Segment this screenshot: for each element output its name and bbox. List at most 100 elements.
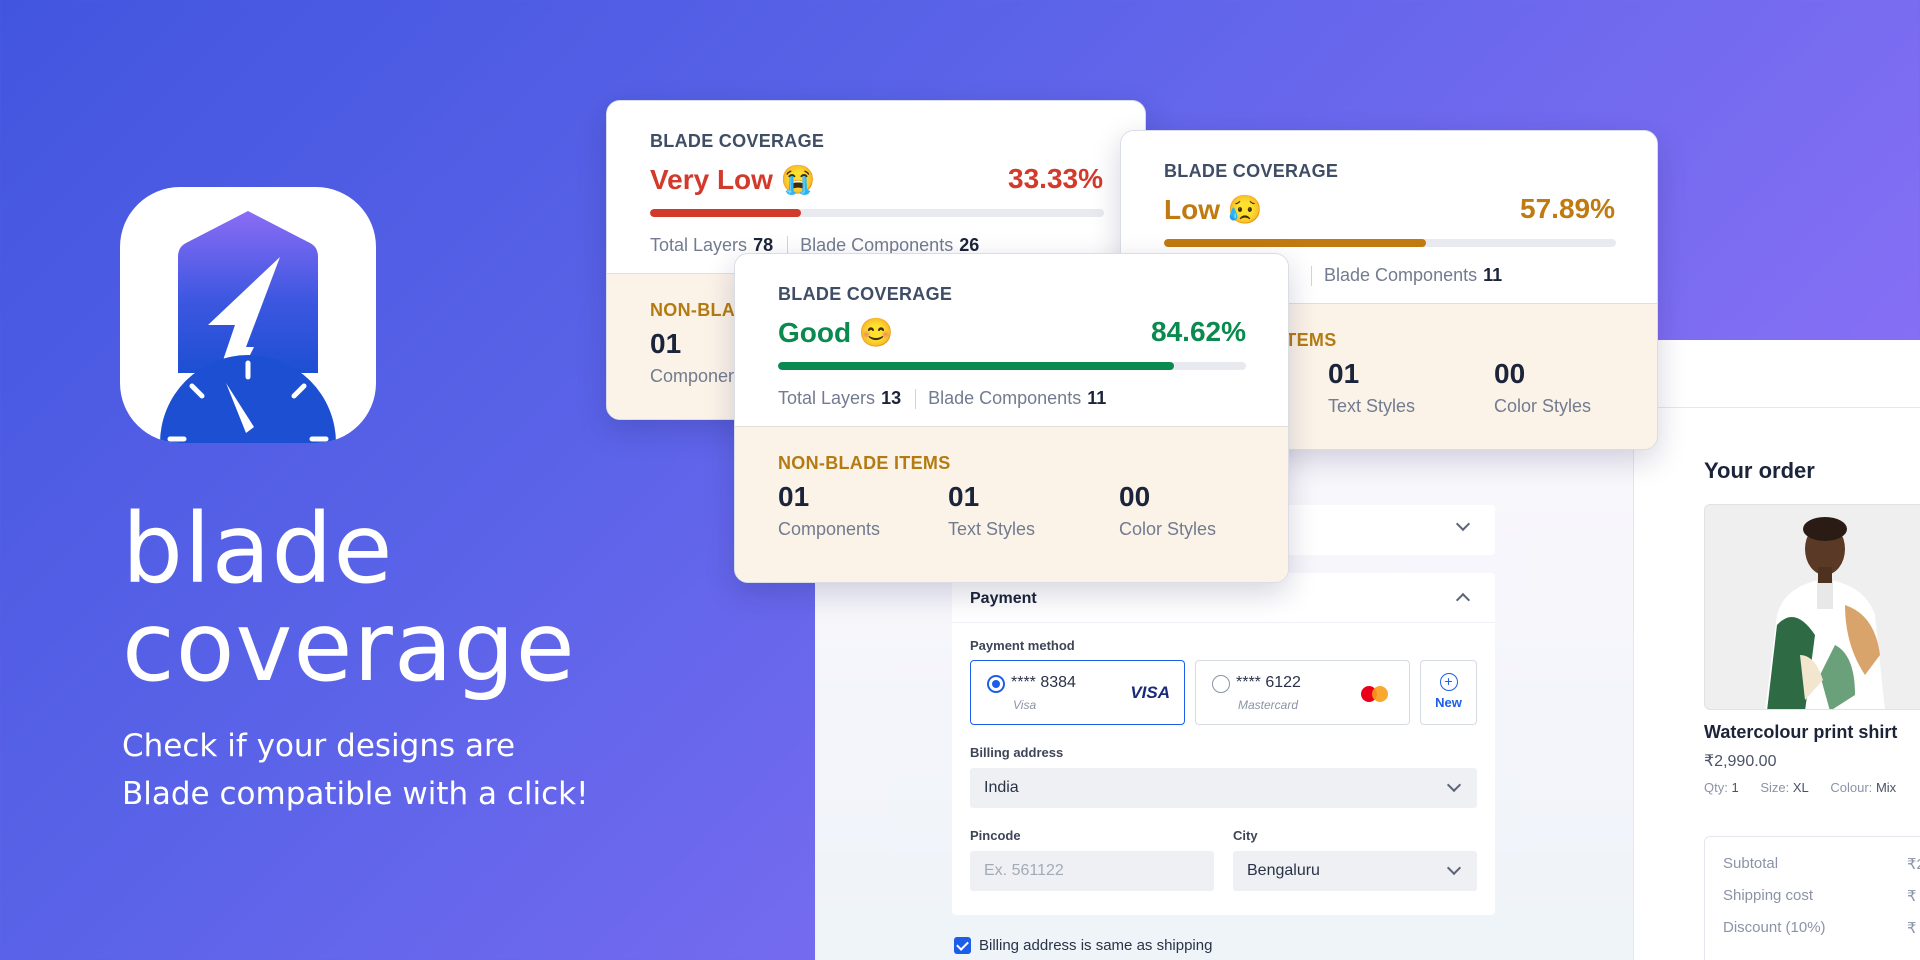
radio-selected-icon[interactable] (987, 675, 1005, 693)
card-heading: BLADE COVERAGE (778, 284, 953, 304)
coverage-percent: 33.33% (1008, 163, 1103, 194)
blade-components-value: 11 (1087, 388, 1107, 408)
blade-components-label: Blade Components (800, 235, 954, 255)
payment-method-label: Payment method (970, 638, 1075, 653)
pincode-placeholder: Ex. 561122 (984, 862, 1064, 879)
shipping-value: ₹ (1907, 888, 1917, 905)
coverage-status: Very Low 😭 (650, 164, 816, 195)
plus-icon: + (1439, 673, 1458, 691)
non-blade-item: 01 Text Styles (1328, 358, 1415, 417)
item-label: Text Styles (948, 519, 1036, 539)
coverage-summary: BLADE COVERAGE Good 😊 84.62% Total Layer… (735, 254, 1288, 426)
discount-value: ₹ (1907, 920, 1917, 937)
add-new-card-button[interactable]: + New (1420, 660, 1477, 725)
coverage-status: Good 😊 (778, 317, 894, 348)
app-logo (120, 187, 376, 443)
blade-components-label: Blade Components (928, 388, 1082, 408)
tagline-line1: Check if your designs are (122, 728, 516, 764)
country-select[interactable]: India (970, 768, 1477, 808)
order-summary: Subtotal ₹2 Shipping cost ₹ Discount (10… (1704, 836, 1920, 960)
card-heading: BLADE COVERAGE (1164, 161, 1339, 181)
checkout-top-bar (1633, 340, 1920, 408)
country-value: India (984, 779, 1019, 796)
payment-title: Payment (970, 590, 1037, 607)
item-count: 01 (1328, 358, 1360, 389)
payment-section: Payment Payment method **** 8384 Visa VI… (952, 573, 1495, 915)
coverage-progress-fill (778, 362, 1175, 370)
non-blade-item: 01 Text Styles (948, 481, 1035, 540)
size-label: Size: (1760, 780, 1790, 795)
product-image (1704, 504, 1920, 710)
order-title: Your order (1704, 458, 1815, 483)
subtotal-label: Subtotal (1723, 855, 1779, 872)
item-count: 01 (948, 481, 980, 512)
qty-value: 1 (1731, 780, 1739, 795)
total-layers-value: 78 (753, 235, 774, 255)
blade-components-label: Blade Components (1324, 265, 1478, 285)
item-label: Text Styles (1328, 396, 1416, 416)
blade-components-value: 11 (1483, 265, 1503, 285)
same-as-shipping-checkbox[interactable] (954, 937, 971, 954)
payment-card-mastercard[interactable]: **** 6122 Mastercard (1195, 660, 1410, 725)
payment-card-visa[interactable]: **** 8384 Visa VISA (970, 660, 1185, 725)
total-layers-value: 13 (881, 388, 902, 408)
new-label: New (1435, 695, 1462, 710)
mastercard-logo-icon (1361, 686, 1389, 702)
blade-coverage-logo-icon (160, 211, 336, 443)
shipping-label: Shipping cost (1723, 887, 1814, 904)
coverage-percent: 57.89% (1520, 193, 1615, 224)
card-heading: BLADE COVERAGE (650, 131, 825, 151)
colour-value: Mix (1875, 780, 1897, 795)
subtotal-value: ₹2 (1907, 856, 1920, 873)
coverage-card-good: BLADE COVERAGE Good 😊 84.62% Total Layer… (734, 253, 1289, 583)
billing-address-label: Billing address (970, 745, 1064, 760)
shirt-photo-icon (1705, 505, 1920, 709)
chevron-up-icon[interactable] (1455, 592, 1471, 608)
card-network: Mastercard (1238, 698, 1299, 712)
coverage-stats: Blade Components 11 (1311, 265, 1503, 287)
radio-unselected-icon[interactable] (1212, 675, 1230, 693)
brand-title-line1: blade (122, 493, 394, 605)
size-value: XL (1792, 780, 1809, 795)
coverage-progress-fill (1164, 239, 1426, 247)
chevron-down-icon (1446, 860, 1462, 876)
city-label: City (1233, 828, 1258, 843)
non-blade-items: NON-BLADE ITEMS 01 Components 01 Text St… (735, 426, 1288, 582)
item-count: 00 (1119, 481, 1151, 512)
coverage-progress-bar (1164, 239, 1616, 247)
product-meta: Qty: 1 Size: XL Colour: Mix (1704, 780, 1914, 795)
visa-logo-icon: VISA (1130, 683, 1170, 702)
coverage-summary: BLADE COVERAGE Very Low 😭 33.33% Total L… (607, 101, 1145, 273)
city-select[interactable]: Bengaluru (1233, 851, 1477, 891)
brand-title: blade coverage (122, 500, 576, 696)
non-blade-title: NON-BLADE ITEMS (778, 453, 951, 473)
qty-label: Qty: (1704, 780, 1728, 795)
chevron-down-icon[interactable] (1455, 516, 1471, 532)
item-label: Color Styles (1119, 519, 1217, 539)
coverage-progress-fill (650, 209, 802, 217)
item-label: Color Styles (1494, 396, 1592, 416)
coverage-status: Low 😥 (1164, 194, 1263, 225)
non-blade-item: 00 Color Styles (1119, 481, 1216, 540)
discount-label: Discount (10%) (1723, 919, 1826, 936)
tagline-line2: Blade compatible with a click! (122, 776, 589, 812)
item-count: 00 (1494, 358, 1526, 389)
same-as-shipping-label: Billing address is same as shipping (979, 937, 1213, 954)
blade-components-value: 26 (959, 235, 980, 255)
item-count: 01 (778, 481, 810, 512)
tagline: Check if your designs are Blade compatib… (122, 722, 589, 818)
colour-label: Colour: (1830, 780, 1873, 795)
coverage-stats: Total Layers 13 Blade Components 11 (778, 388, 1107, 410)
city-value: Bengaluru (1247, 862, 1320, 879)
non-blade-item: 00 Color Styles (1494, 358, 1591, 417)
item-label: Components (778, 519, 881, 539)
coverage-percent: 84.62% (1151, 316, 1246, 347)
card-number: **** 6122 (1236, 674, 1301, 691)
total-layers-label: Total Layers (650, 235, 748, 255)
non-blade-item: 01 Components (778, 481, 880, 540)
coverage-progress-bar (778, 362, 1246, 370)
pincode-input[interactable]: Ex. 561122 (970, 851, 1214, 891)
chevron-down-icon (1446, 777, 1462, 793)
pincode-label: Pincode (970, 828, 1021, 843)
card-network: Visa (1013, 698, 1037, 712)
